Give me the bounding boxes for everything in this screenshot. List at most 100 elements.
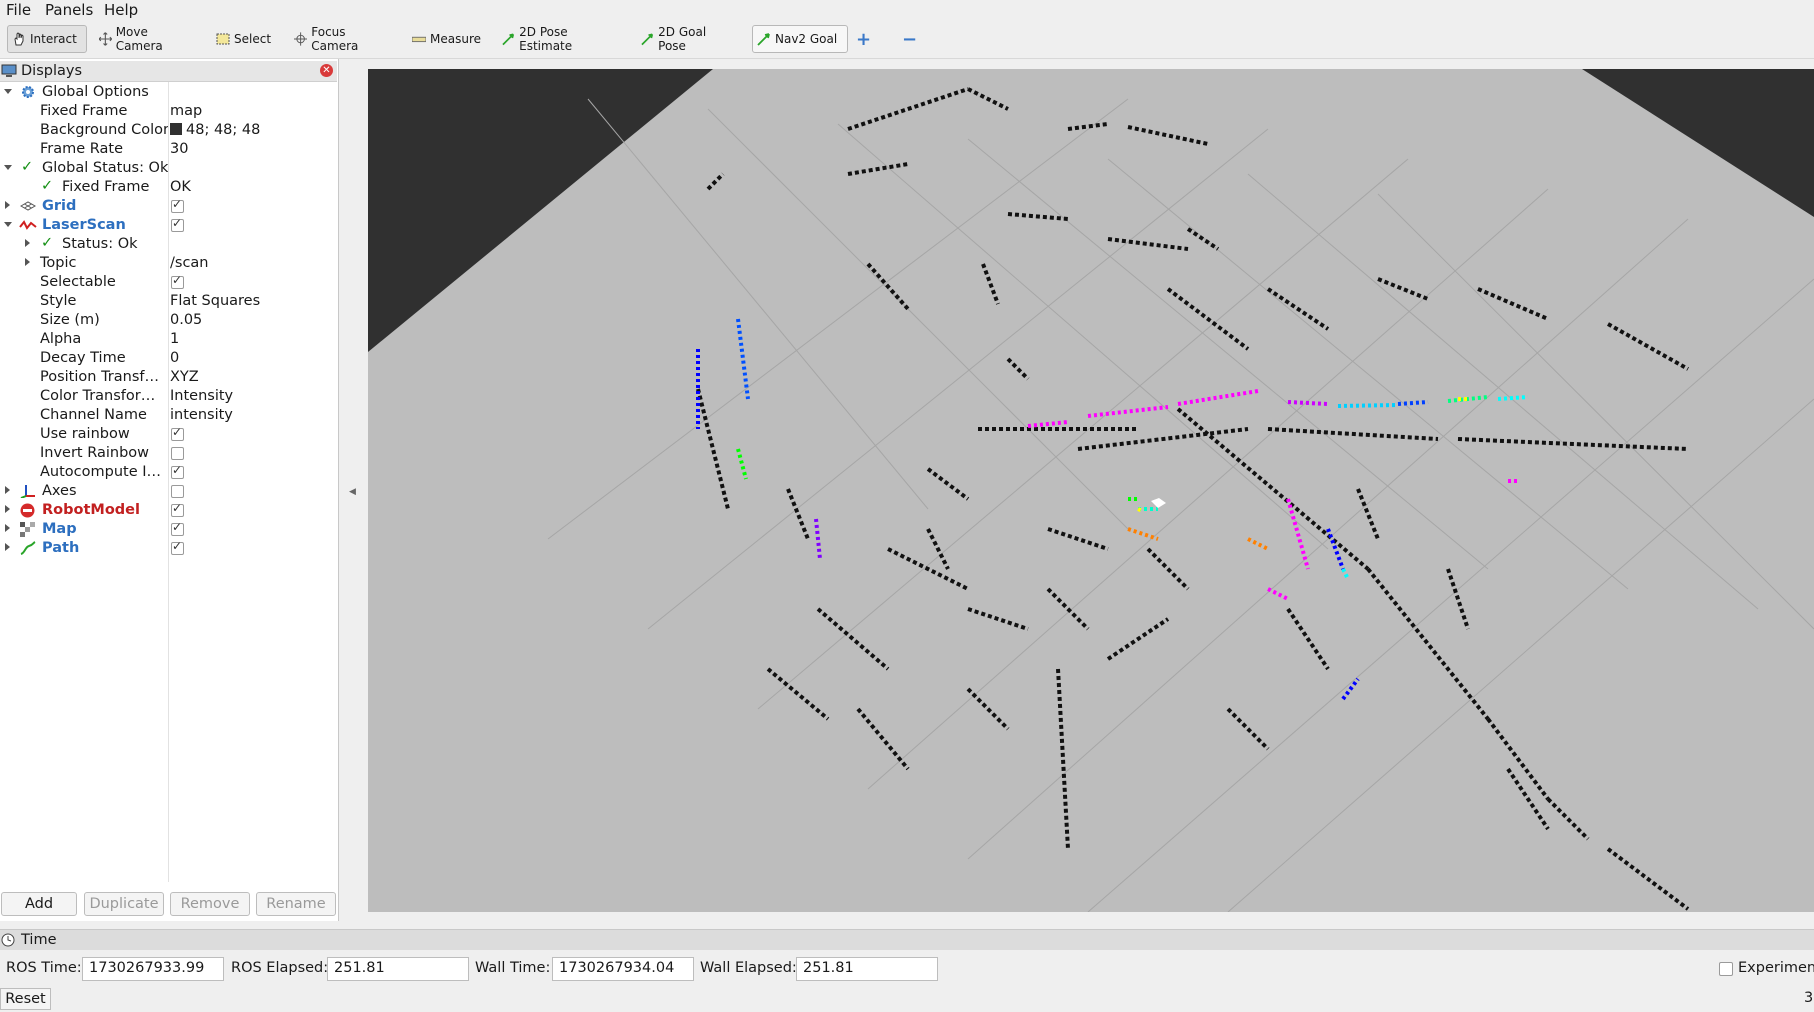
selectable-checkbox[interactable] bbox=[171, 273, 184, 289]
global-options-label: Global Options bbox=[42, 84, 149, 100]
goal-pose-tool-button[interactable]: 2D Goal Pose bbox=[637, 25, 737, 53]
map-checkbox[interactable] bbox=[171, 520, 184, 536]
axes-checkbox[interactable] bbox=[171, 485, 184, 498]
invert-rainbow-label: Invert Rainbow bbox=[40, 445, 150, 461]
select-box-icon bbox=[216, 33, 230, 45]
nav2-goal-label: Nav2 Goal bbox=[775, 32, 838, 46]
rename-button[interactable]: Rename bbox=[256, 892, 336, 916]
axes-label: Axes bbox=[42, 483, 77, 499]
menu-panels[interactable]: Panels bbox=[45, 1, 93, 19]
expand-arrow-icon[interactable] bbox=[5, 524, 10, 532]
background-color-label: Background Color bbox=[40, 122, 169, 138]
fixed-frame-value[interactable]: map bbox=[170, 103, 202, 119]
select-tool-button[interactable]: Select bbox=[212, 25, 278, 53]
invert-rainbow-checkbox[interactable] bbox=[171, 447, 184, 460]
size-value[interactable]: 0.05 bbox=[170, 312, 202, 328]
reset-button[interactable]: Reset bbox=[0, 988, 51, 1010]
path-checkbox[interactable] bbox=[171, 539, 184, 555]
duplicate-button[interactable]: Duplicate bbox=[84, 892, 164, 916]
style-label: Style bbox=[40, 293, 77, 309]
alpha-value[interactable]: 1 bbox=[170, 331, 179, 347]
measure-label: Measure bbox=[430, 32, 481, 46]
add-tool-button[interactable]: + bbox=[852, 25, 876, 53]
topic-value[interactable]: /scan bbox=[170, 255, 209, 271]
topic-label: Topic bbox=[40, 255, 77, 271]
move-camera-label: Move Camera bbox=[115, 25, 163, 53]
color-transformer-value[interactable]: Intensity bbox=[170, 388, 233, 404]
expand-arrow-icon[interactable] bbox=[5, 505, 10, 513]
scene-canvas[interactable] bbox=[368, 69, 1814, 912]
error-icon bbox=[20, 503, 35, 518]
grid-label: Grid bbox=[42, 198, 77, 214]
crosshair-icon bbox=[294, 32, 308, 46]
path-label: Path bbox=[42, 540, 80, 556]
expand-arrow-icon[interactable] bbox=[25, 239, 30, 247]
autocompute-label: Autocompute I… bbox=[40, 464, 162, 480]
map-icon bbox=[20, 522, 35, 537]
time-row: ROS Time: 1730267933.99 ROS Elapsed: 251… bbox=[0, 950, 1814, 986]
ruler-icon bbox=[412, 36, 426, 43]
menu-file[interactable]: File bbox=[6, 1, 31, 19]
remove-tool-button[interactable]: − bbox=[898, 25, 922, 53]
3d-viewport[interactable] bbox=[368, 69, 1814, 912]
check-icon: ✓ bbox=[21, 159, 34, 175]
expand-arrow-icon[interactable] bbox=[4, 165, 12, 170]
ros-time-field[interactable]: 1730267933.99 bbox=[82, 957, 224, 981]
experimental-checkbox[interactable] bbox=[1719, 962, 1733, 976]
size-label: Size (m) bbox=[40, 312, 100, 328]
frame-rate-value[interactable]: 30 bbox=[170, 141, 188, 157]
axes-icon bbox=[20, 485, 35, 498]
status-bar: Reset 3 bbox=[0, 986, 1814, 1012]
color-transformer-label: Color Transfor… bbox=[40, 388, 156, 404]
expand-arrow-icon[interactable] bbox=[5, 486, 10, 494]
global-status-label: Global Status: Ok bbox=[42, 160, 169, 176]
position-transformer-label: Position Transf… bbox=[40, 369, 159, 385]
ros-elapsed-label: ROS Elapsed: bbox=[231, 960, 329, 976]
expand-arrow-icon[interactable] bbox=[4, 89, 12, 94]
use-rainbow-checkbox[interactable] bbox=[171, 425, 184, 441]
position-transformer-value[interactable]: XYZ bbox=[170, 369, 199, 385]
decay-time-label: Decay Time bbox=[40, 350, 126, 366]
expand-arrow-icon[interactable] bbox=[5, 201, 10, 209]
autocompute-checkbox[interactable] bbox=[171, 463, 184, 479]
collapse-handle-icon[interactable]: ◀ bbox=[349, 487, 356, 497]
expand-arrow-icon[interactable] bbox=[4, 222, 12, 227]
focus-camera-tool-button[interactable]: Focus Camera bbox=[290, 25, 396, 53]
nav2-goal-tool-button[interactable]: Nav2 Goal bbox=[752, 25, 848, 53]
channel-name-label: Channel Name bbox=[40, 407, 147, 423]
expand-arrow-icon[interactable] bbox=[5, 543, 10, 551]
interact-tool-button[interactable]: Interact bbox=[7, 25, 87, 53]
expand-arrow-icon[interactable] bbox=[25, 258, 30, 266]
ros-elapsed-field[interactable]: 251.81 bbox=[327, 957, 469, 981]
laser-icon bbox=[19, 220, 37, 230]
fixed-frame-label: Fixed Frame bbox=[40, 103, 128, 119]
ros-time-label: ROS Time: bbox=[6, 960, 82, 976]
map-floor bbox=[368, 69, 1814, 912]
menu-help[interactable]: Help bbox=[104, 1, 138, 19]
selectable-label: Selectable bbox=[40, 274, 116, 290]
close-icon[interactable]: ✕ bbox=[320, 64, 333, 77]
goal-pose-label: 2D Goal Pose bbox=[658, 25, 707, 53]
pose-estimate-tool-button[interactable]: 2D Pose Estimate bbox=[498, 25, 622, 53]
wall-time-field[interactable]: 1730267934.04 bbox=[552, 957, 694, 981]
move-camera-tool-button[interactable]: Move Camera bbox=[95, 25, 195, 53]
check-icon: ✓ bbox=[41, 235, 54, 251]
robotmodel-label: RobotModel bbox=[42, 502, 140, 518]
measure-tool-button[interactable]: Measure bbox=[408, 25, 490, 53]
time-title: Time bbox=[21, 932, 57, 948]
robotmodel-checkbox[interactable] bbox=[171, 501, 184, 517]
grid-checkbox[interactable] bbox=[171, 197, 184, 213]
green-arrow-icon bbox=[502, 33, 515, 46]
remove-button[interactable]: Remove bbox=[170, 892, 250, 916]
alpha-label: Alpha bbox=[40, 331, 82, 347]
background-color-value[interactable]: 48; 48; 48 bbox=[170, 122, 260, 138]
wall-elapsed-field[interactable]: 251.81 bbox=[796, 957, 938, 981]
decay-time-value[interactable]: 0 bbox=[170, 350, 179, 366]
laserscan-checkbox[interactable] bbox=[171, 216, 184, 232]
wall-time-label: Wall Time: bbox=[475, 960, 551, 976]
channel-name-value[interactable]: intensity bbox=[170, 407, 233, 423]
add-button[interactable]: Add bbox=[1, 892, 77, 916]
menu-bar: File Panels Help bbox=[0, 0, 1814, 20]
wall-elapsed-label: Wall Elapsed: bbox=[700, 960, 797, 976]
style-value[interactable]: Flat Squares bbox=[170, 293, 260, 309]
